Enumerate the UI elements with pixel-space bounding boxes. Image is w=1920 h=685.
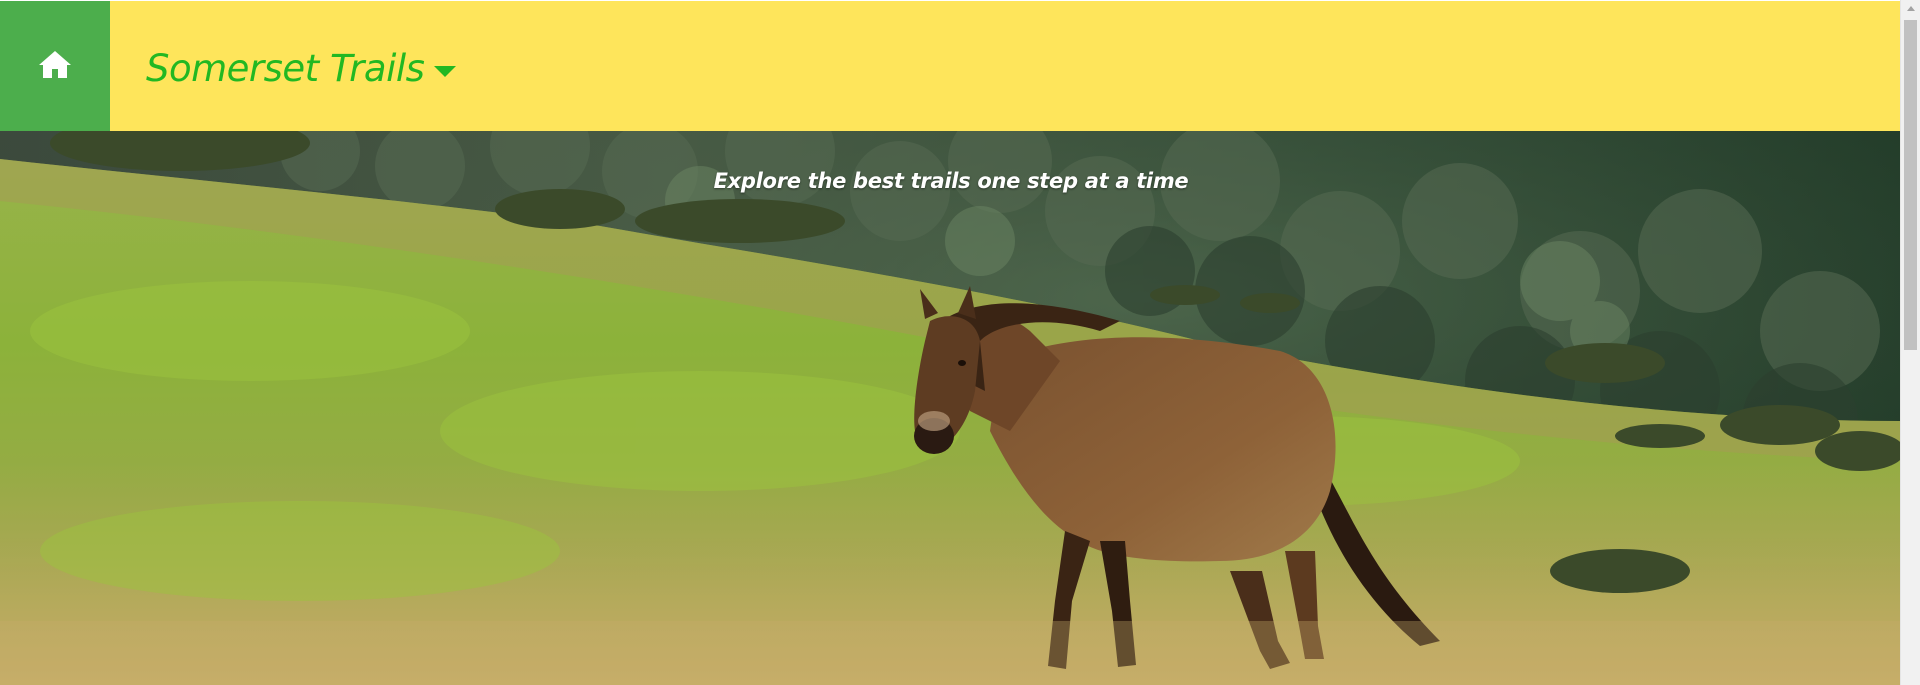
scroll-thumb[interactable] (1904, 20, 1917, 350)
hero-tagline-text: Explore the best trails one step at a ti… (713, 169, 1189, 193)
scroll-up-arrow-icon[interactable] (1901, 0, 1920, 17)
brand-title: Somerset Trails (146, 47, 425, 90)
top-navbar: Somerset Trails (0, 1, 1900, 131)
hero-banner: Explore the best trails one step at a ti… (0, 131, 1900, 685)
home-button[interactable] (0, 1, 110, 131)
home-icon (37, 48, 73, 84)
vertical-scrollbar[interactable] (1900, 0, 1920, 685)
brand-dropdown[interactable]: Somerset Trails (146, 45, 457, 93)
hero-image (0, 131, 1900, 685)
hero-tagline: Explore the best trails one step at a ti… (0, 169, 1900, 193)
page: Somerset Trails Explore the best trails … (0, 0, 1920, 685)
caret-down-icon (434, 65, 457, 77)
